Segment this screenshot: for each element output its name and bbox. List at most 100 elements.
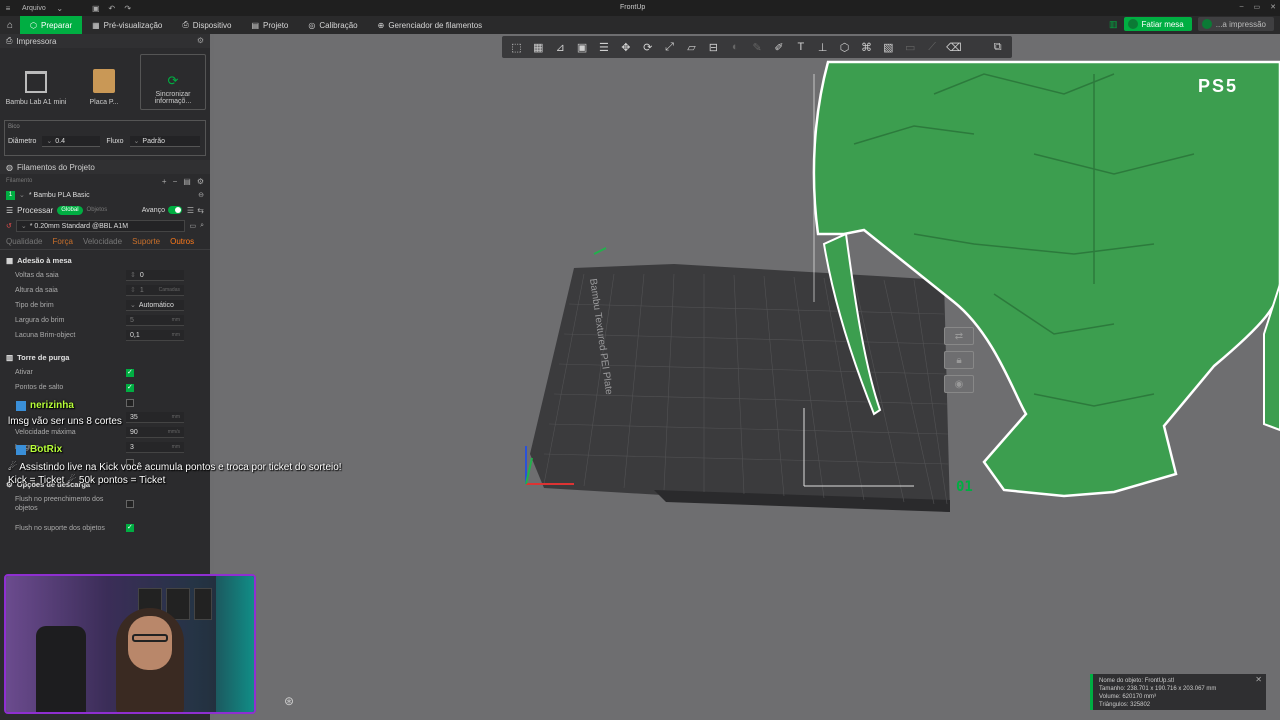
skirt-height-input[interactable]: ⇕ 1 Camadas bbox=[126, 285, 184, 296]
view-settings-icon[interactable]: ⊛ bbox=[284, 694, 294, 708]
printer-select[interactable]: Bambu Lab A1 mini bbox=[4, 54, 68, 110]
max-speed-input[interactable]: 90 mm/s bbox=[126, 427, 184, 438]
redo-icon[interactable]: ↷ bbox=[120, 4, 136, 13]
home-icon[interactable]: ⌂ bbox=[0, 16, 20, 34]
close-icon[interactable]: ✕ bbox=[1270, 3, 1276, 11]
list-icon[interactable]: ☰ bbox=[187, 206, 194, 215]
print-button[interactable]: ...a impressão bbox=[1197, 17, 1274, 31]
option-checkbox[interactable] bbox=[126, 399, 134, 407]
maximize-icon[interactable]: ▭ bbox=[1254, 3, 1261, 11]
slice-plate-button[interactable]: Fatiar mesa bbox=[1123, 17, 1192, 31]
tab-calibration-label: Calibração bbox=[319, 20, 358, 30]
sync-button[interactable]: ⟳ Sincronizar informaçõ... bbox=[140, 54, 206, 110]
diameter-select[interactable]: ⌄ 0.4 bbox=[42, 136, 101, 147]
scale-icon[interactable]: ⤢ bbox=[661, 40, 678, 54]
search-icon[interactable]: ⌕ bbox=[200, 222, 204, 230]
lay-flat-icon[interactable]: ▱ bbox=[683, 40, 700, 54]
tab-support[interactable]: Suporte bbox=[132, 237, 160, 246]
tab-preview[interactable]: ▦ Pré-visualização bbox=[82, 16, 172, 34]
cyan-light bbox=[216, 576, 254, 712]
tab-project[interactable]: ▤ Projeto bbox=[241, 16, 298, 34]
plate-add-icon[interactable]: ▣ bbox=[574, 40, 591, 54]
tab-calibration[interactable]: ◎ Calibração bbox=[298, 16, 367, 34]
rotate-icon[interactable]: ⟳ bbox=[639, 40, 656, 54]
add-object-icon[interactable]: ⬚ bbox=[508, 40, 525, 54]
flush-support-checkbox[interactable] bbox=[126, 523, 134, 532]
plate-marker bbox=[593, 247, 607, 255]
settings-icon[interactable]: ⚙ bbox=[197, 36, 204, 45]
nav-actions: ▥ Fatiar mesa ...a impressão bbox=[1109, 17, 1274, 31]
filament-sync-icon[interactable]: ▤ bbox=[183, 177, 191, 186]
tab-device[interactable]: ⎙ Dispositivo bbox=[172, 16, 241, 34]
global-toggle[interactable]: Global bbox=[57, 205, 83, 215]
minimize-icon[interactable]: – bbox=[1240, 3, 1244, 11]
window-controls: – ▭ ✕ bbox=[1240, 3, 1276, 11]
advanced-switch[interactable] bbox=[168, 206, 182, 214]
settings-tabs: Qualidade Força Velocidade Suporte Outro… bbox=[0, 234, 210, 250]
undo-icon[interactable]: ↶ bbox=[104, 4, 120, 13]
eye-icon[interactable]: ◉ bbox=[944, 375, 974, 393]
orient-icon[interactable]: ⊿ bbox=[552, 40, 569, 54]
arrange-grid-icon[interactable]: ▦ bbox=[530, 40, 547, 54]
enable-checkbox[interactable] bbox=[126, 368, 134, 377]
seam-paint-icon[interactable]: ✐ bbox=[771, 40, 788, 54]
settings-icon[interactable]: ⚙ bbox=[197, 177, 204, 186]
tab-strength[interactable]: Força bbox=[52, 237, 72, 246]
plate-arrange-icon[interactable]: ⇄ bbox=[944, 327, 974, 345]
variable-layer-icon[interactable]: ▧ bbox=[880, 40, 897, 54]
width-unit: mm bbox=[171, 444, 180, 450]
objects-toggle[interactable]: Objetos bbox=[87, 207, 108, 213]
close-icon[interactable]: ✕ bbox=[1255, 676, 1262, 684]
mesh-boolean-icon[interactable]: ◐ bbox=[727, 40, 744, 54]
brim-width-input[interactable]: 5 mm bbox=[126, 315, 184, 326]
3d-viewport[interactable]: Bambu Textured PEI Plate ⬚ ▦ ⊿ ▣ ☰ ✥ ⟳ ⤢ bbox=[214, 34, 1280, 720]
flush-infill-checkbox[interactable] bbox=[126, 500, 134, 508]
slice-icon bbox=[1127, 19, 1138, 29]
brim-type-select[interactable]: ⌄ Automático bbox=[126, 300, 184, 311]
tab-filament-manager[interactable]: ⊕ Gerenciador de filamentos bbox=[368, 16, 493, 34]
tab-prepare[interactable]: ⬡ Preparar bbox=[20, 16, 83, 34]
chevron-down-icon: ⌄ bbox=[130, 302, 136, 309]
speed-input[interactable]: 35 mm bbox=[126, 412, 184, 423]
chat-message-2a: ☄ Assistindo live na Kick você acumula p… bbox=[8, 462, 342, 473]
move-icon[interactable]: ✥ bbox=[617, 40, 634, 54]
plate-icon[interactable]: ▥ bbox=[1109, 19, 1118, 30]
save-preset-icon[interactable]: ▭ bbox=[189, 222, 196, 230]
chevron-down-icon[interactable]: ⌄ bbox=[52, 4, 68, 13]
support-paint-icon[interactable]: ✎ bbox=[749, 40, 766, 54]
add-icon[interactable]: + bbox=[162, 177, 167, 186]
flow-select[interactable]: ⌄ Padrão bbox=[129, 136, 200, 147]
split-icon[interactable]: ⌘ bbox=[858, 40, 875, 54]
compare-icon[interactable]: ⇆ bbox=[197, 206, 204, 215]
save-icon[interactable]: ▣ bbox=[88, 4, 104, 13]
kick-badge-icon bbox=[16, 400, 26, 411]
flush-support-label: Flush no suporte dos objetos bbox=[15, 524, 105, 532]
view-icon[interactable]: ⧉ bbox=[989, 40, 1006, 54]
brim-gap-input[interactable]: 0,1 mm bbox=[126, 330, 184, 341]
measure-icon[interactable]: ⊥ bbox=[814, 40, 831, 54]
file-menu[interactable]: Arquivo bbox=[16, 5, 52, 12]
list-view-icon[interactable]: ☰ bbox=[596, 40, 613, 54]
spin-icon: ⇕ bbox=[130, 287, 136, 294]
filament-item[interactable]: 1 ⌄ * Bambu PLA Basic ⊖ bbox=[0, 188, 210, 202]
remove-icon[interactable]: − bbox=[173, 177, 178, 186]
eraser-icon[interactable]: ⌫ bbox=[946, 40, 963, 54]
tab-quality[interactable]: Qualidade bbox=[6, 237, 42, 246]
plate-select[interactable]: Placa P... bbox=[72, 54, 136, 110]
printer-cards: Bambu Lab A1 mini Placa P... ⟳ Sincroniz… bbox=[0, 48, 210, 116]
slice-view-icon[interactable]: ▭ bbox=[902, 40, 919, 54]
skirt-loops-input[interactable]: ⇕ 0 bbox=[126, 270, 184, 281]
ruler-icon[interactable]: ⟋ bbox=[924, 40, 941, 54]
width-input[interactable]: 3 mm bbox=[126, 442, 184, 453]
text-icon[interactable]: T bbox=[792, 40, 809, 54]
printer-icon: ⎙ bbox=[6, 36, 13, 45]
skip-points-checkbox[interactable] bbox=[126, 383, 134, 392]
tab-speed[interactable]: Velocidade bbox=[83, 237, 122, 246]
assembly-icon[interactable]: ⬡ bbox=[836, 40, 853, 54]
lock-icon[interactable]: 🔒︎ bbox=[944, 351, 974, 369]
remove-filament-icon[interactable]: ⊖ bbox=[198, 191, 204, 199]
cut-icon[interactable]: ⊟ bbox=[705, 40, 722, 54]
tab-others[interactable]: Outros bbox=[170, 237, 194, 246]
preset-select[interactable]: ⌄ * 0.20mm Standard @BBL A1M bbox=[15, 220, 186, 232]
max-speed-option: Velocidade máxima 90 mm/s bbox=[0, 425, 210, 440]
